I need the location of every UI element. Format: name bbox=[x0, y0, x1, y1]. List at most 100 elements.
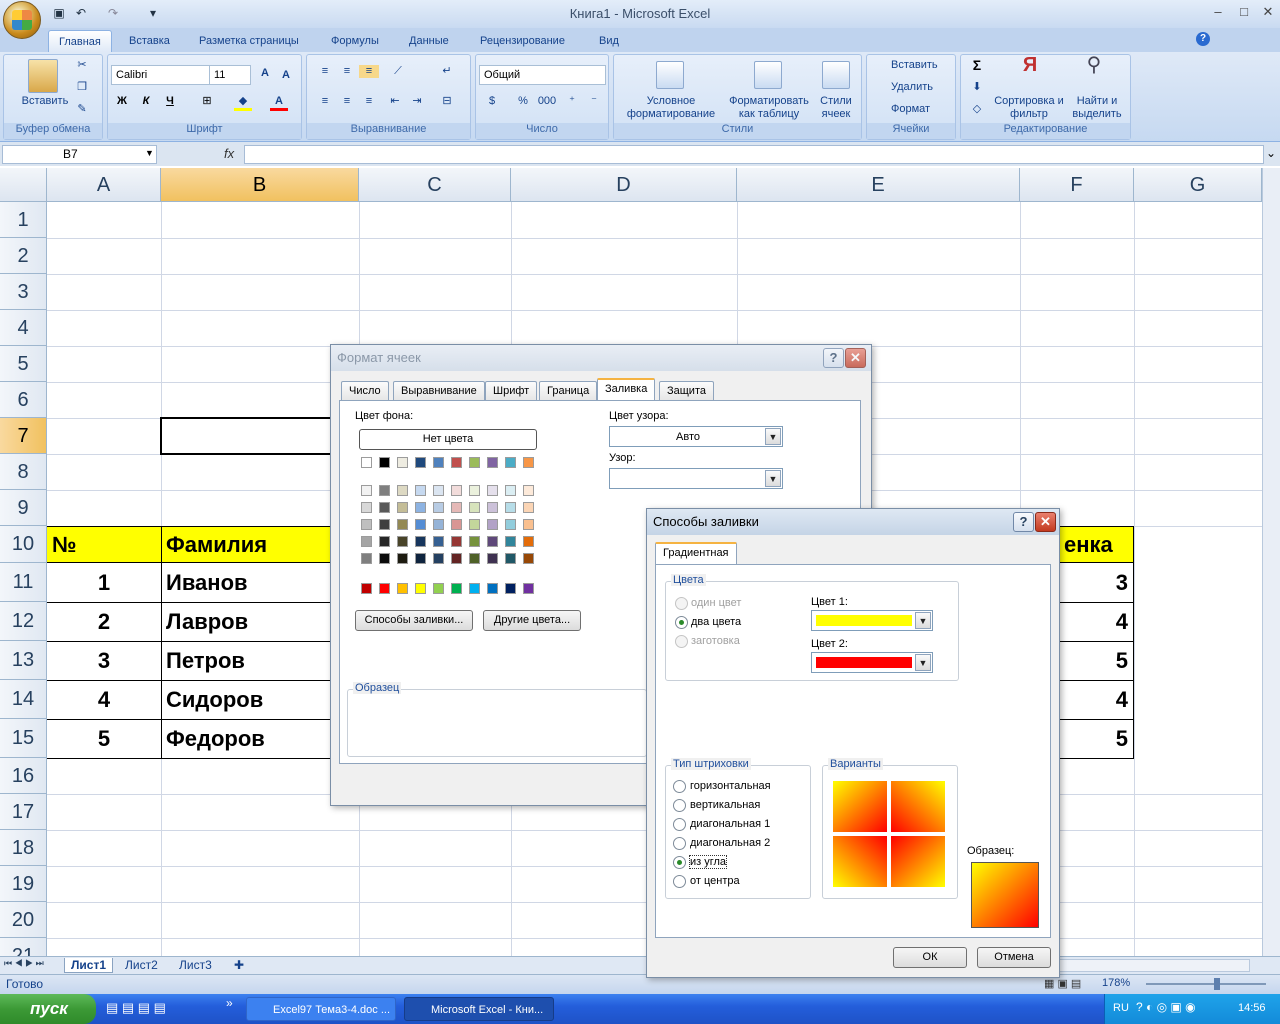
color-swatch[interactable] bbox=[451, 583, 462, 594]
color-swatch[interactable] bbox=[397, 485, 408, 496]
color-swatch[interactable] bbox=[451, 519, 462, 530]
shrink-font-icon[interactable]: A bbox=[278, 69, 294, 82]
align-center-icon[interactable]: ≡ bbox=[337, 95, 357, 108]
color-swatch[interactable] bbox=[487, 502, 498, 513]
color-swatch[interactable] bbox=[433, 485, 444, 496]
color-swatch[interactable] bbox=[361, 536, 372, 547]
find-select-button[interactable]: Найти и выделить bbox=[1065, 95, 1129, 121]
color-palette[interactable] bbox=[361, 457, 541, 597]
variant-4[interactable] bbox=[891, 836, 945, 887]
tab-number[interactable]: Число bbox=[341, 381, 389, 401]
color-swatch[interactable] bbox=[433, 519, 444, 530]
sort-filter-button[interactable]: Сортировка и фильтр bbox=[993, 95, 1065, 121]
row-header[interactable]: 13 bbox=[0, 641, 47, 680]
select-all-corner[interactable] bbox=[0, 168, 47, 202]
row-header[interactable]: 8 bbox=[0, 454, 47, 490]
namebox-dropdown-icon[interactable]: ▼ bbox=[145, 148, 154, 158]
color-swatch[interactable] bbox=[505, 519, 516, 530]
taskbar-item-word[interactable]: Excel97 Тема3-4.doc ... bbox=[246, 997, 396, 1021]
sheet-tab-1[interactable]: Лист1 bbox=[64, 958, 114, 973]
color-swatch[interactable] bbox=[415, 536, 426, 547]
cut-icon[interactable]: ✂ bbox=[74, 59, 90, 72]
color-swatch[interactable] bbox=[469, 502, 480, 513]
row-header[interactable]: 18 bbox=[0, 830, 47, 866]
tab-fill[interactable]: Заливка bbox=[597, 378, 656, 401]
sort-filter-icon[interactable]: Я bbox=[1017, 55, 1043, 75]
two-colors-radio[interactable] bbox=[675, 616, 688, 629]
color-swatch[interactable] bbox=[433, 457, 444, 468]
color-swatch[interactable] bbox=[505, 457, 516, 468]
color-swatch[interactable] bbox=[523, 485, 534, 496]
variant-1[interactable] bbox=[833, 781, 887, 832]
shading-from-center-radio[interactable] bbox=[673, 875, 686, 888]
variant-3[interactable] bbox=[833, 836, 887, 887]
office-button[interactable] bbox=[3, 1, 41, 39]
cell-styles-icon[interactable] bbox=[822, 61, 850, 89]
format-as-table-button[interactable]: Форматировать как таблицу bbox=[726, 95, 812, 121]
cell-surname[interactable]: Петров bbox=[166, 642, 245, 680]
color-swatch[interactable] bbox=[361, 583, 372, 594]
format-dialog-close-button[interactable]: ✕ bbox=[845, 348, 866, 368]
row-header[interactable]: 16 bbox=[0, 758, 47, 794]
color-swatch[interactable] bbox=[487, 519, 498, 530]
color-swatch[interactable] bbox=[469, 553, 480, 564]
color-swatch[interactable] bbox=[505, 553, 516, 564]
color-swatch[interactable] bbox=[487, 583, 498, 594]
start-button[interactable]: пуск bbox=[0, 994, 96, 1024]
align-middle-icon[interactable]: ≡ bbox=[337, 65, 357, 78]
color-swatch[interactable] bbox=[523, 457, 534, 468]
currency-icon[interactable]: $ bbox=[482, 95, 502, 108]
tray-icons[interactable]: ? ◐ ◎ ▣ ◉ bbox=[1136, 1000, 1196, 1014]
row-header[interactable]: 11 bbox=[0, 563, 47, 602]
shading-horizontal-radio[interactable] bbox=[673, 780, 686, 793]
row-header[interactable]: 17 bbox=[0, 794, 47, 830]
color2-dropdown[interactable]: ▼ bbox=[811, 652, 933, 673]
row-header[interactable]: 7 bbox=[0, 418, 47, 454]
increase-indent-icon[interactable]: ⇥ bbox=[407, 95, 427, 108]
insert-cells-button[interactable]: Вставить bbox=[871, 59, 951, 72]
shading-vertical-radio[interactable] bbox=[673, 799, 686, 812]
sheet-tab-3[interactable]: Лист3 bbox=[173, 958, 218, 973]
tab-insert[interactable]: Вставка bbox=[119, 30, 180, 52]
row-header[interactable]: 5 bbox=[0, 346, 47, 382]
tab-page-layout[interactable]: Разметка страницы bbox=[189, 30, 309, 52]
fill-dialog-help-button[interactable]: ? bbox=[1013, 512, 1034, 532]
row-header[interactable]: 2 bbox=[0, 238, 47, 274]
color-swatch[interactable] bbox=[379, 519, 390, 530]
color-swatch[interactable] bbox=[415, 502, 426, 513]
color-swatch[interactable] bbox=[361, 553, 372, 564]
paste-button[interactable]: Вставить bbox=[10, 95, 80, 108]
color-swatch[interactable] bbox=[433, 583, 444, 594]
tab-view[interactable]: Вид bbox=[589, 30, 629, 52]
variant-2[interactable] bbox=[891, 781, 945, 832]
color-swatch[interactable] bbox=[397, 536, 408, 547]
color-swatch[interactable] bbox=[469, 519, 480, 530]
font-color-icon[interactable]: A bbox=[270, 95, 288, 111]
fill-effects-button[interactable]: Способы заливки... bbox=[355, 610, 473, 631]
color-swatch[interactable] bbox=[415, 553, 426, 564]
row-header[interactable]: 20 bbox=[0, 902, 47, 938]
color-swatch[interactable] bbox=[415, 457, 426, 468]
pattern-color-dropdown[interactable]: Авто ▼ bbox=[609, 426, 783, 447]
align-right-icon[interactable]: ≡ bbox=[359, 95, 379, 108]
dropdown-arrow-icon[interactable]: ▼ bbox=[915, 654, 931, 671]
shading-diagonal1-radio[interactable] bbox=[673, 818, 686, 831]
fill-dialog-close-button[interactable]: ✕ bbox=[1035, 512, 1056, 532]
color-swatch[interactable] bbox=[361, 485, 372, 496]
row-header[interactable]: 9 bbox=[0, 490, 47, 526]
more-colors-button[interactable]: Другие цвета... bbox=[483, 610, 581, 631]
sheet-tab-2[interactable]: Лист2 bbox=[119, 958, 164, 973]
tab-review[interactable]: Рецензирование bbox=[470, 30, 575, 52]
increase-decimal-icon[interactable]: ⁺ bbox=[562, 95, 582, 108]
cell-number[interactable]: 5 bbox=[47, 720, 161, 758]
expand-formula-icon[interactable]: ⌄ bbox=[1266, 146, 1276, 160]
fill-color-icon[interactable]: ◆ bbox=[234, 95, 252, 111]
taskbar-item-excel[interactable]: Microsoft Excel - Кни... bbox=[404, 997, 554, 1021]
underline-button[interactable]: Ч bbox=[162, 95, 178, 108]
ok-button[interactable]: ОК bbox=[893, 947, 967, 968]
color-swatch[interactable] bbox=[379, 583, 390, 594]
cancel-button[interactable]: Отмена bbox=[977, 947, 1051, 968]
color-swatch[interactable] bbox=[505, 583, 516, 594]
color-swatch[interactable] bbox=[523, 553, 534, 564]
cell-number[interactable]: 4 bbox=[47, 681, 161, 719]
